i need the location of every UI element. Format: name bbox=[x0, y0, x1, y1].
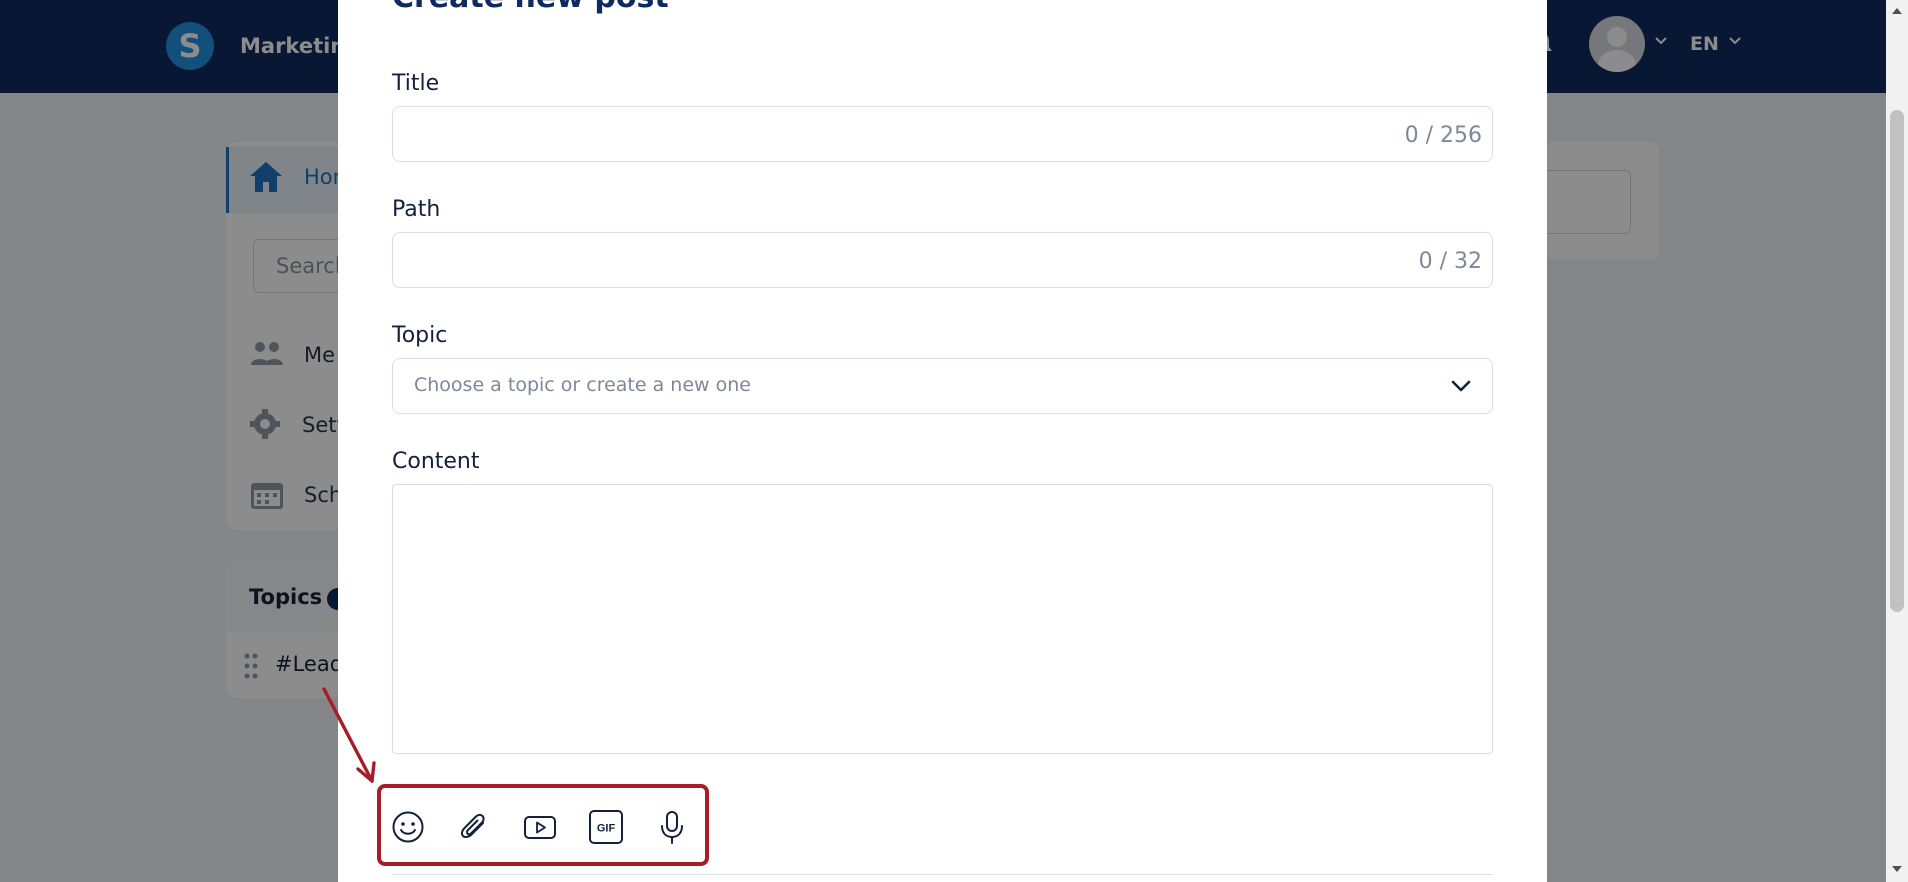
paperclip-icon bbox=[460, 813, 485, 838]
emoji-button[interactable] bbox=[386, 805, 430, 849]
title-label: Title bbox=[392, 71, 440, 96]
gif-icon: GIF bbox=[589, 810, 623, 844]
modal-title: Create new post bbox=[392, 0, 669, 15]
scrollbar-thumb[interactable] bbox=[1890, 110, 1904, 612]
title-input[interactable]: 0 / 256 bbox=[392, 106, 1493, 162]
attach-button[interactable] bbox=[452, 805, 496, 849]
topic-select-placeholder: Choose a topic or create a new one bbox=[414, 374, 751, 396]
video-play-icon bbox=[524, 816, 556, 839]
page-scrollbar[interactable] bbox=[1886, 0, 1908, 882]
chevron-down-icon[interactable] bbox=[1450, 378, 1472, 394]
topic-select[interactable]: Choose a topic or create a new one bbox=[392, 358, 1493, 414]
video-button[interactable] bbox=[518, 805, 562, 849]
path-label: Path bbox=[392, 197, 441, 222]
toolbar-divider bbox=[392, 874, 1493, 875]
title-char-counter: 0 / 256 bbox=[1404, 123, 1482, 148]
microphone-icon bbox=[661, 811, 683, 844]
path-input[interactable]: 0 / 32 bbox=[392, 232, 1493, 288]
gif-icon-text: GIF bbox=[597, 823, 616, 835]
path-char-counter: 0 / 32 bbox=[1418, 249, 1482, 274]
content-textarea[interactable] bbox=[392, 484, 1493, 754]
scroll-up-icon[interactable] bbox=[1890, 6, 1904, 16]
scroll-down-icon[interactable] bbox=[1890, 864, 1904, 874]
editor-toolbar: GIF bbox=[380, 787, 704, 867]
annotation-arrow bbox=[322, 687, 376, 783]
smiley-icon bbox=[392, 811, 424, 843]
content-label: Content bbox=[392, 449, 480, 474]
gif-button[interactable]: GIF bbox=[584, 805, 628, 849]
voice-button[interactable] bbox=[650, 805, 694, 849]
topic-label: Topic bbox=[392, 323, 448, 348]
